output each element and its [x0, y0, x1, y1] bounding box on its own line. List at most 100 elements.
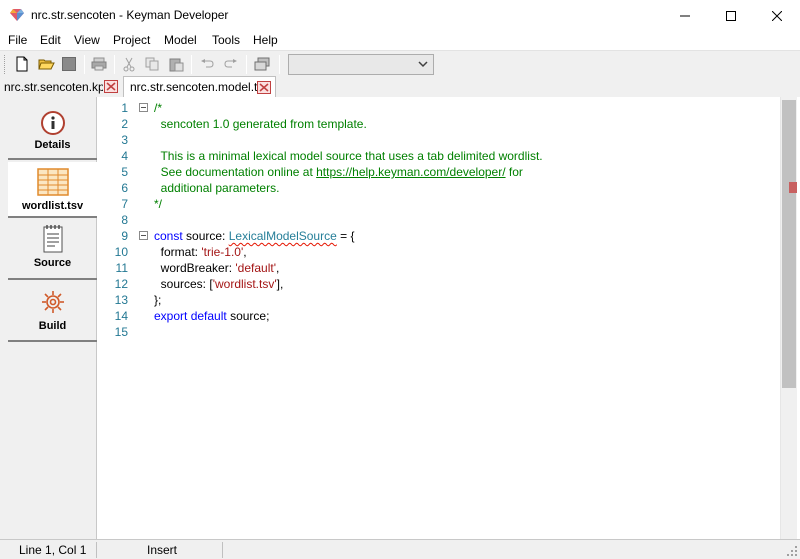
code-line-10: format: 'trie-1.0', [154, 245, 247, 259]
keyman-diamond-icon [10, 9, 24, 21]
close-tab-icon[interactable] [257, 81, 271, 94]
print-icon [91, 57, 107, 71]
code-line-9: const source: LexicalModelSource = { [154, 229, 355, 243]
new-file-icon [16, 56, 28, 72]
side-item-build[interactable]: Build [8, 282, 97, 342]
line-number: 15 [114, 325, 128, 339]
open-folder-icon [37, 59, 55, 70]
toolbar-separator [84, 55, 85, 74]
code-line-12: sources: ['wordlist.tsv'], [154, 277, 284, 291]
spreadsheet-icon [36, 168, 69, 196]
menu-edit[interactable]: Edit [40, 33, 61, 47]
toolbar-separator [279, 55, 280, 74]
toolbar-separator [246, 55, 247, 74]
resize-grip-icon[interactable] [786, 545, 798, 557]
code-line-11: wordBreaker: 'default', [154, 261, 280, 275]
line-number: 12 [114, 277, 128, 291]
line-number: 10 [114, 245, 128, 259]
window-title: nrc.str.sencoten - Keyman Developer [31, 8, 229, 22]
info-icon [40, 111, 65, 135]
code-line-6: additional parameters. [154, 181, 280, 195]
toolbar-separator [191, 55, 192, 74]
toolbar [0, 50, 800, 77]
side-item-wordlist[interactable]: wordlist.tsv [8, 162, 97, 218]
print-button[interactable] [89, 54, 109, 74]
window-button[interactable] [252, 54, 272, 74]
paste-icon [169, 58, 183, 71]
minimize-button[interactable] [662, 0, 708, 31]
menu-view[interactable]: View [74, 33, 100, 47]
edit-mode: Insert [147, 543, 178, 557]
menu-project[interactable]: Project [113, 33, 150, 47]
line-number-gutter: 1 2 3 4 5 6 7 8 9 10 11 12 13 14 15 [98, 97, 148, 539]
cursor-position: Line 1, Col 1 [19, 543, 87, 557]
paste-button[interactable] [166, 54, 186, 74]
line-number: 5 [121, 165, 128, 179]
undo-button[interactable] [197, 54, 217, 74]
tab-project[interactable]: nrc.str.sencoten.kpj [0, 77, 121, 97]
tab-model-source[interactable]: nrc.str.sencoten.model.ts [123, 76, 276, 97]
line-number: 6 [121, 181, 128, 195]
copy-icon [145, 57, 159, 71]
error-marker[interactable] [789, 182, 797, 193]
copy-button[interactable] [142, 54, 162, 74]
line-number: 1 [121, 101, 128, 115]
toolbar-dropdown[interactable] [288, 54, 434, 75]
fold-toggle-icon[interactable] [139, 103, 148, 112]
line-number: 8 [121, 213, 128, 227]
new-file-button[interactable] [12, 54, 32, 74]
side-item-label: Build [38, 320, 67, 332]
code-line-7: */ [154, 197, 163, 211]
save-icon [62, 57, 76, 71]
redo-icon [224, 59, 237, 68]
redo-button[interactable] [221, 54, 241, 74]
title-bar: nrc.str.sencoten - Keyman Developer [0, 0, 800, 31]
notepad-icon [43, 225, 62, 253]
line-number: 9 [121, 229, 128, 243]
close-tab-icon[interactable] [104, 80, 118, 93]
maximize-button[interactable] [708, 0, 754, 31]
side-item-details[interactable]: Details [8, 102, 97, 160]
code-editor[interactable]: 1 2 3 4 5 6 7 8 9 10 11 12 13 14 15 /* s… [98, 97, 780, 539]
gear-icon [41, 291, 64, 313]
line-number: 7 [121, 197, 128, 211]
menu-help[interactable]: Help [253, 33, 278, 47]
documentation-link[interactable]: https://help.keyman.com/developer/ [316, 165, 505, 179]
fold-toggle-icon[interactable] [139, 231, 148, 240]
code-line-2: sencoten 1.0 generated from template. [154, 117, 367, 131]
status-bar: Line 1, Col 1 Insert [0, 539, 800, 559]
close-button[interactable] [754, 0, 800, 31]
undo-icon [201, 59, 214, 68]
line-number: 13 [114, 293, 128, 307]
cut-button[interactable] [119, 54, 139, 74]
toolbar-grip[interactable] [4, 55, 7, 74]
menu-bar: File Edit View Project Model Tools Help [0, 31, 800, 50]
window-icon [254, 57, 270, 71]
side-item-label: Details [34, 139, 71, 151]
tab-label: nrc.str.sencoten.kpj [4, 80, 103, 94]
maximize-icon [726, 10, 736, 21]
chevron-down-icon [418, 61, 428, 68]
line-number: 3 [121, 133, 128, 147]
side-panel: Details wordlist.tsv Source Build [0, 97, 97, 539]
menu-file[interactable]: File [8, 33, 27, 47]
menu-model[interactable]: Model [164, 33, 197, 47]
editor-scrollbar[interactable] [780, 97, 797, 539]
code-line-13: }; [154, 293, 162, 307]
code-line-4: This is a minimal lexical model source t… [154, 149, 543, 163]
close-icon [772, 10, 782, 21]
side-item-label: wordlist.tsv [21, 200, 84, 212]
side-item-source[interactable]: Source [8, 220, 97, 280]
line-number: 4 [121, 149, 128, 163]
code-line-14: export default source; [154, 309, 270, 323]
toolbar-separator [114, 55, 115, 74]
minimize-icon [680, 15, 690, 16]
save-button[interactable] [59, 54, 79, 74]
open-folder-button[interactable] [36, 54, 56, 74]
code-line-5: See documentation online at https://help… [154, 165, 523, 179]
scrollbar-thumb[interactable] [782, 100, 796, 388]
document-tabs: nrc.str.sencoten.kpj nrc.str.sencoten.mo… [0, 76, 800, 97]
menu-tools[interactable]: Tools [212, 33, 240, 47]
line-number: 11 [115, 261, 128, 275]
status-divider [96, 542, 97, 558]
